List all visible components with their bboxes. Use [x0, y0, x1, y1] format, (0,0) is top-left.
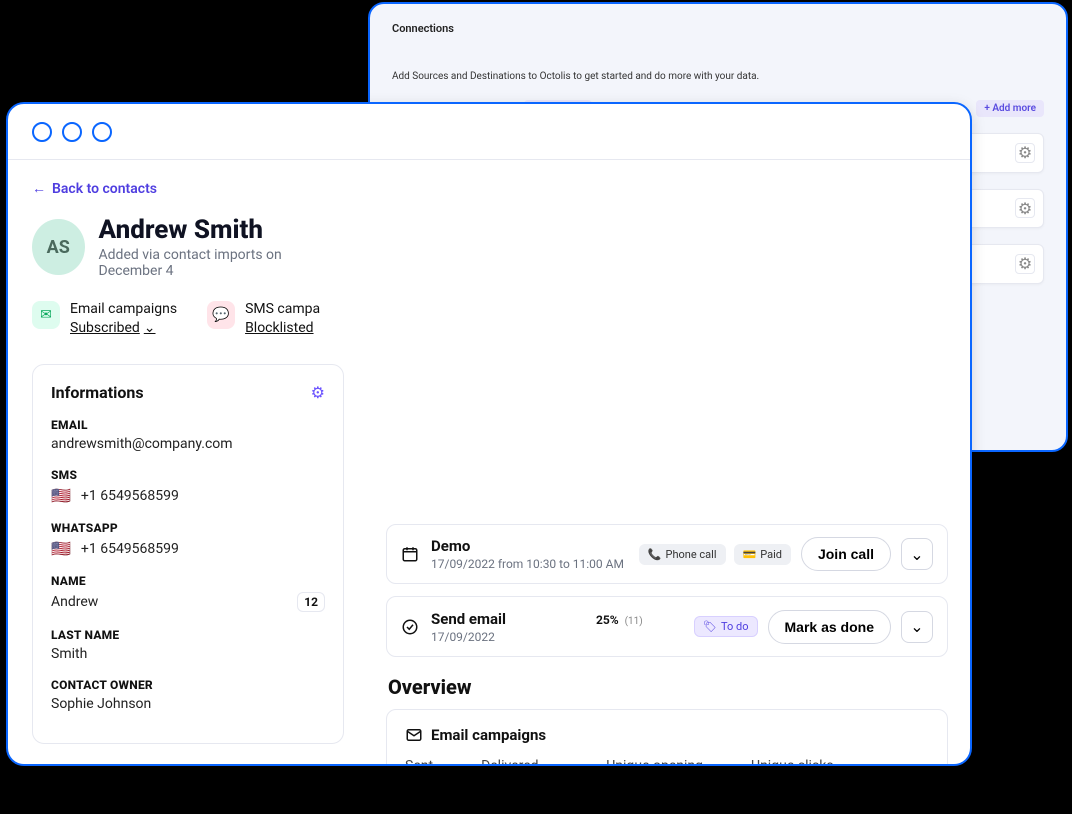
gear-icon[interactable]: ⚙	[311, 383, 325, 402]
connections-title: Connections	[392, 22, 1044, 35]
whatsapp-value: +1 6549568599	[81, 541, 179, 557]
first-name-value: Andrew	[51, 594, 98, 610]
overview-title: Overview	[388, 675, 948, 699]
overview-card-title: Email campaigns	[431, 726, 546, 744]
paid-chip: 💳 Paid	[734, 544, 791, 565]
task-send-pct: 25%	[596, 613, 619, 627]
metric-sent: Sent 44	[405, 758, 433, 764]
name-badge: 12	[297, 592, 325, 612]
contact-name: Andrew Smith	[99, 215, 344, 245]
name-label: NAME	[51, 574, 325, 588]
sms-campaigns-label: SMS campa	[245, 301, 320, 317]
task-send-pct-sub: (11)	[625, 616, 643, 627]
phone-call-chip: 📞 Phone call	[639, 544, 726, 565]
owner-label: CONTACT OWNER	[51, 678, 325, 692]
task-send-date: 17/09/2022	[431, 630, 684, 644]
sms-icon: 💬	[207, 301, 235, 329]
us-flag-icon: 🇺🇸	[51, 539, 71, 558]
owner-value: Sophie Johnson	[51, 696, 325, 712]
calendar-icon	[401, 545, 421, 563]
expand-task-button[interactable]: ⌄	[901, 611, 933, 643]
join-call-button[interactable]: Join call	[801, 537, 891, 571]
task-demo: Demo 17/09/2022 from 10:30 to 11:00 AM 📞…	[386, 524, 948, 584]
arrow-left-icon: ←	[32, 180, 46, 197]
chevron-down-icon: ⌄	[910, 545, 923, 564]
informations-card: Informations ⚙ EMAIL andrewsmith@company…	[32, 364, 344, 744]
tag-icon: 🏷	[703, 620, 717, 633]
gear-icon[interactable]: ⚙	[1015, 254, 1035, 274]
chevron-down-icon: ⌄	[910, 617, 923, 636]
window-control-icon[interactable]	[62, 122, 82, 142]
task-send-email: Send email 25% (11) 17/09/2022 🏷 To do M…	[386, 596, 948, 657]
expand-task-button[interactable]: ⌄	[901, 538, 933, 570]
email-status-dropdown[interactable]: Subscribed ⌄	[70, 320, 156, 336]
metric-unique-clicks: Unique clicks 0%(0)	[751, 758, 834, 764]
avatar: AS	[32, 219, 85, 275]
add-more-destinations-button[interactable]: + Add more	[976, 100, 1044, 117]
mark-done-button[interactable]: Mark as done	[768, 610, 891, 644]
check-circle-icon	[401, 618, 421, 636]
phone-icon: 📞	[648, 548, 662, 561]
card-icon: 💳	[743, 548, 757, 561]
gear-icon[interactable]: ⚙	[1015, 198, 1035, 218]
chevron-down-icon: ⌄	[144, 320, 156, 336]
contact-added: Added via contact imports on December 4	[99, 247, 344, 279]
back-to-contacts-link[interactable]: ← Back to contacts	[32, 180, 344, 197]
task-demo-title: Demo	[431, 537, 629, 555]
window-titlebar	[8, 104, 970, 160]
last-name-label: LAST NAME	[51, 628, 325, 642]
email-campaigns-label: Email campaigns	[70, 301, 177, 317]
window-control-icon[interactable]	[92, 122, 112, 142]
informations-title: Informations	[51, 383, 144, 402]
todo-chip: 🏷 To do	[694, 616, 757, 637]
overview-email-card: Email campaigns Sent 44 Delivered 82%(36…	[386, 709, 948, 764]
metric-delivered: Delivered 82%(36)	[481, 758, 558, 764]
sms-label: SMS	[51, 468, 325, 482]
us-flag-icon: 🇺🇸	[51, 486, 71, 505]
sms-status-dropdown[interactable]: Blocklisted	[245, 320, 313, 336]
task-send-title: Send email	[431, 610, 506, 628]
gear-icon[interactable]: ⚙	[1015, 143, 1035, 163]
email-label: EMAIL	[51, 418, 325, 432]
mail-icon	[405, 726, 423, 744]
window-control-icon[interactable]	[32, 122, 52, 142]
task-demo-time: 17/09/2022 from 10:30 to 11:00 AM	[431, 557, 629, 571]
last-name-value: Smith	[51, 646, 325, 662]
contact-window: ← Back to contacts AS Andrew Smith Added…	[6, 102, 972, 766]
metric-unique-opening: Unique opening 41%(18)	[606, 758, 703, 764]
connections-desc: Add Sources and Destinations to Octolis …	[392, 71, 1044, 82]
sms-value: +1 6549568599	[81, 488, 179, 504]
email-value: andrewsmith@company.com	[51, 436, 325, 452]
mail-icon: ✉	[32, 301, 60, 329]
whatsapp-label: WHATSAPP	[51, 521, 325, 535]
